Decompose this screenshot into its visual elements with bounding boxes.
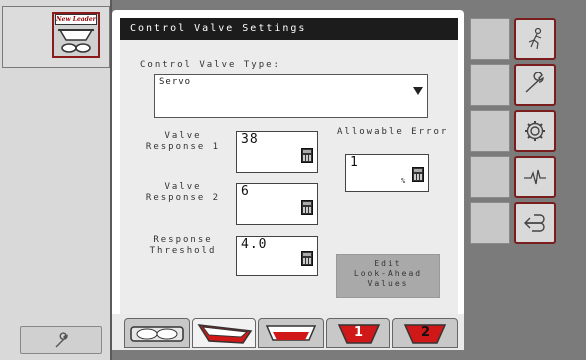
response-threshold-field[interactable]: 4.0: [236, 236, 318, 276]
bin-1-number: 1: [354, 325, 364, 340]
tab-bin-2[interactable]: 2: [392, 318, 458, 348]
calculator-icon: [301, 200, 313, 215]
wrench-icon: [525, 72, 544, 93]
edit-look-ahead-button[interactable]: Edit Look-Ahead Values: [336, 254, 440, 298]
calculator-icon: [301, 148, 313, 163]
valve-response-2-label: Valve Response 2: [145, 182, 221, 203]
calculator-icon: [301, 251, 313, 266]
operator-run-icon: [528, 27, 542, 50]
bin-2-number: 2: [421, 325, 431, 340]
tab-bin-1[interactable]: 1: [326, 318, 390, 348]
valve-response-1-field[interactable]: 38: [236, 131, 318, 173]
valve-response-2-field[interactable]: 6: [236, 183, 318, 225]
calculator-icon: [412, 167, 424, 182]
wrench-icon: [55, 332, 68, 348]
allowable-error-unit: %: [401, 177, 406, 185]
tab-hopper[interactable]: [192, 318, 256, 348]
tab-hopper-side[interactable]: [258, 318, 324, 348]
spreader-logo-icon: [58, 29, 94, 53]
allowable-error-value: 1: [350, 155, 359, 170]
logo-text: New Leader: [55, 14, 97, 25]
diagnostic-waveform-icon: [524, 169, 546, 185]
empty-slot: [470, 64, 510, 106]
allowable-error-label: Allowable Error: [337, 127, 449, 137]
valve-response-1-label: Valve Response 1: [145, 131, 221, 152]
spreader-overhead-icon: [130, 326, 184, 342]
response-threshold-value: 4.0: [241, 237, 268, 252]
gear-icon: [525, 121, 545, 141]
dropdown-arrow-icon: [413, 87, 423, 95]
new-leader-logo-button[interactable]: New Leader: [52, 12, 100, 58]
wrench-sidebar-button[interactable]: [20, 326, 102, 354]
empty-slot: [470, 110, 510, 152]
gear-button[interactable]: [514, 110, 556, 152]
control-valve-type-label: Control Valve Type:: [140, 60, 281, 70]
hopper-side-icon: [265, 325, 317, 341]
control-valve-type-value: Servo: [159, 77, 192, 87]
back-button[interactable]: [514, 202, 556, 244]
settings-wrench-button[interactable]: [514, 64, 556, 106]
response-threshold-label: Response Threshold: [149, 235, 217, 256]
control-valve-type-select[interactable]: Servo: [154, 74, 428, 118]
valve-response-2-value: 6: [241, 184, 250, 199]
valve-response-1-value: 38: [241, 132, 259, 147]
allowable-error-field[interactable]: 1 %: [345, 154, 429, 192]
diagnostics-button[interactable]: [514, 156, 556, 198]
empty-slot: [470, 156, 510, 198]
page-title: Control Valve Settings: [120, 18, 458, 40]
empty-slot: [470, 202, 510, 244]
empty-slot: [470, 18, 510, 60]
operator-button[interactable]: [514, 18, 556, 60]
tab-spreader[interactable]: [124, 318, 190, 348]
back-arrow-icon: [524, 214, 545, 232]
hopper-red-icon: [197, 324, 253, 344]
